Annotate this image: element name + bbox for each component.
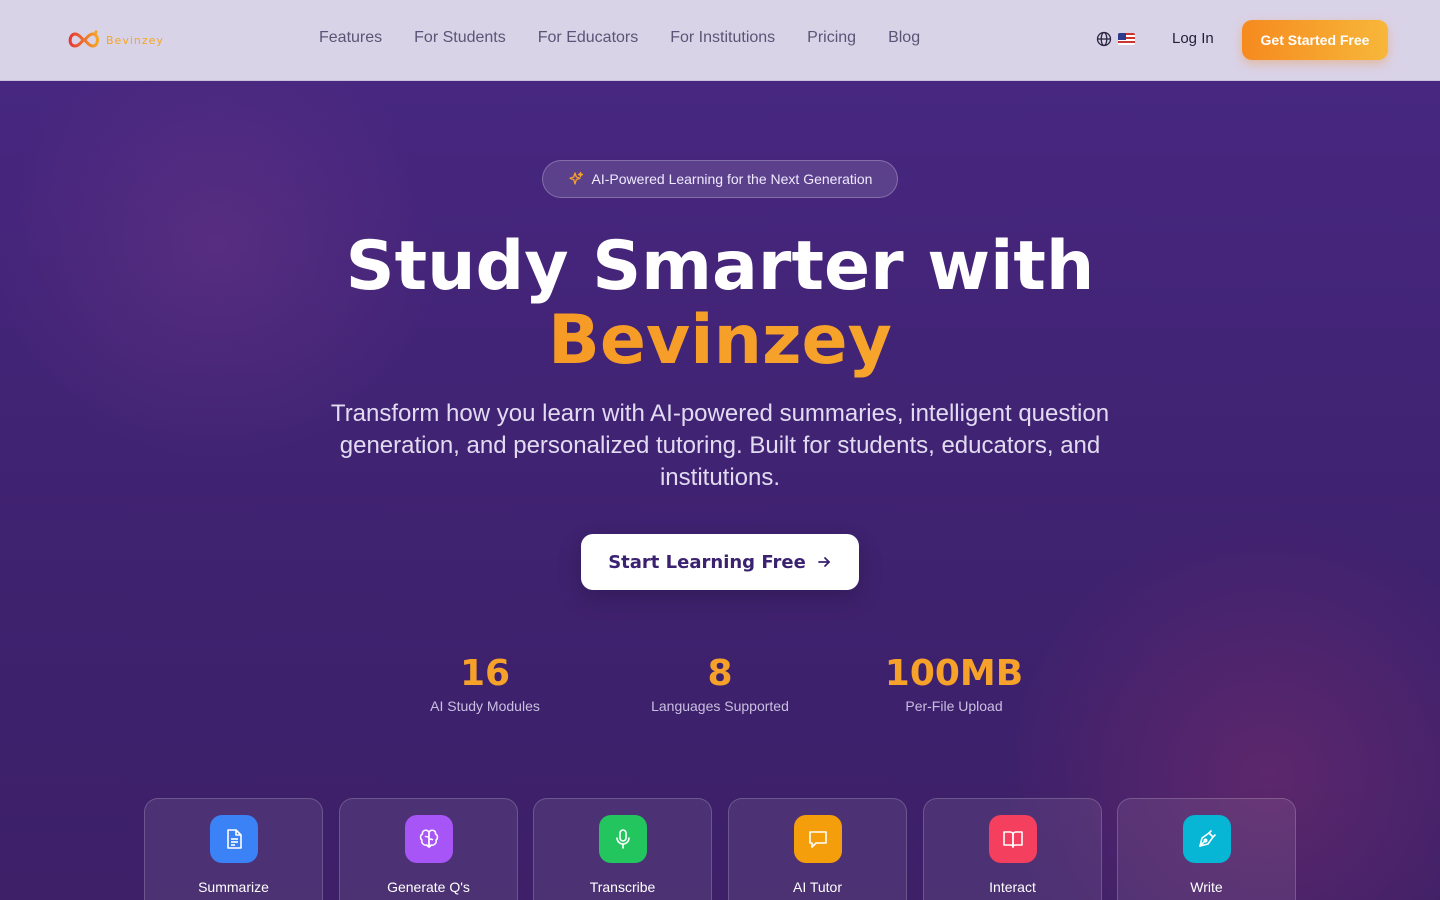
module-card-generate-questions[interactable]: Generate Q's [339, 798, 518, 900]
nav-features[interactable]: Features [319, 29, 382, 47]
module-icon-tile [989, 815, 1037, 863]
stat-label: Languages Supported [651, 698, 789, 714]
nav-for-students[interactable]: For Students [414, 29, 506, 47]
site-header: Bevinzey Features For Students For Educa… [0, 0, 1440, 81]
sparkles-icon [568, 171, 583, 185]
module-card-interact[interactable]: Interact [923, 798, 1102, 900]
module-label: Interact [989, 879, 1036, 895]
nav-for-institutions[interactable]: For Institutions [670, 29, 775, 47]
get-started-button[interactable]: Get Started Free [1242, 20, 1388, 60]
stat-value: 8 [707, 653, 733, 694]
nav-pricing[interactable]: Pricing [807, 29, 856, 47]
brand-logo[interactable]: Bevinzey [66, 28, 164, 52]
hero-title-line1: Study Smarter with [345, 227, 1095, 306]
hero-title-brand: Bevinzey [0, 304, 1440, 378]
module-label: Generate Q's [387, 879, 470, 895]
start-learning-label: Start Learning Free [608, 551, 806, 573]
stat-label: AI Study Modules [430, 698, 540, 714]
stat-value: 16 [459, 653, 511, 694]
module-card-ai-tutor[interactable]: AI Tutor [728, 798, 907, 900]
chat-bubble-icon [809, 831, 827, 848]
hero-badge: AI-Powered Learning for the Next Generat… [542, 160, 898, 198]
stat-modules: 16 AI Study Modules [365, 652, 605, 714]
module-label: Summarize [198, 879, 269, 895]
nav-for-educators[interactable]: For Educators [538, 29, 638, 47]
module-icon-tile [794, 815, 842, 863]
stat-languages: 8 Languages Supported [600, 652, 840, 714]
module-label: AI Tutor [792, 879, 843, 895]
login-link[interactable]: Log In [1172, 30, 1214, 47]
module-icon-tile [599, 815, 647, 863]
language-selector[interactable] [1096, 31, 1135, 47]
arrow-right-icon [817, 557, 830, 567]
module-card-transcribe[interactable]: Transcribe [533, 798, 712, 900]
hero-title: Study Smarter with Bevinzey [0, 230, 1440, 378]
us-flag-icon [1118, 33, 1135, 45]
nav-blog[interactable]: Blog [888, 29, 920, 47]
brand-name: Bevinzey [106, 33, 164, 47]
module-card-write[interactable]: Write [1117, 798, 1296, 900]
module-card-summarize[interactable]: Summarize [144, 798, 323, 900]
stat-upload: 100MB Per-File Upload [834, 652, 1074, 714]
pen-tool-icon [1199, 830, 1216, 847]
microphone-icon [616, 829, 630, 849]
module-icon-tile [1183, 815, 1231, 863]
module-label: Transcribe [589, 879, 656, 895]
hero-subtitle: Transform how you learn with AI-powered … [330, 400, 1110, 491]
module-label: Write [1190, 879, 1223, 895]
document-icon [227, 829, 242, 849]
hero-badge-text: AI-Powered Learning for the Next Generat… [591, 171, 873, 187]
module-icon-tile [210, 815, 258, 863]
main-nav: Features For Students For Educators For … [319, 29, 920, 47]
brain-icon [419, 829, 439, 848]
infinity-logo-icon [68, 30, 99, 48]
module-icon-tile [405, 815, 453, 863]
stat-value: 100MB [884, 653, 1024, 694]
stat-label: Per-File Upload [905, 698, 1003, 714]
open-book-icon [1003, 831, 1023, 848]
start-learning-button[interactable]: Start Learning Free [581, 534, 859, 590]
globe-icon [1096, 31, 1112, 47]
